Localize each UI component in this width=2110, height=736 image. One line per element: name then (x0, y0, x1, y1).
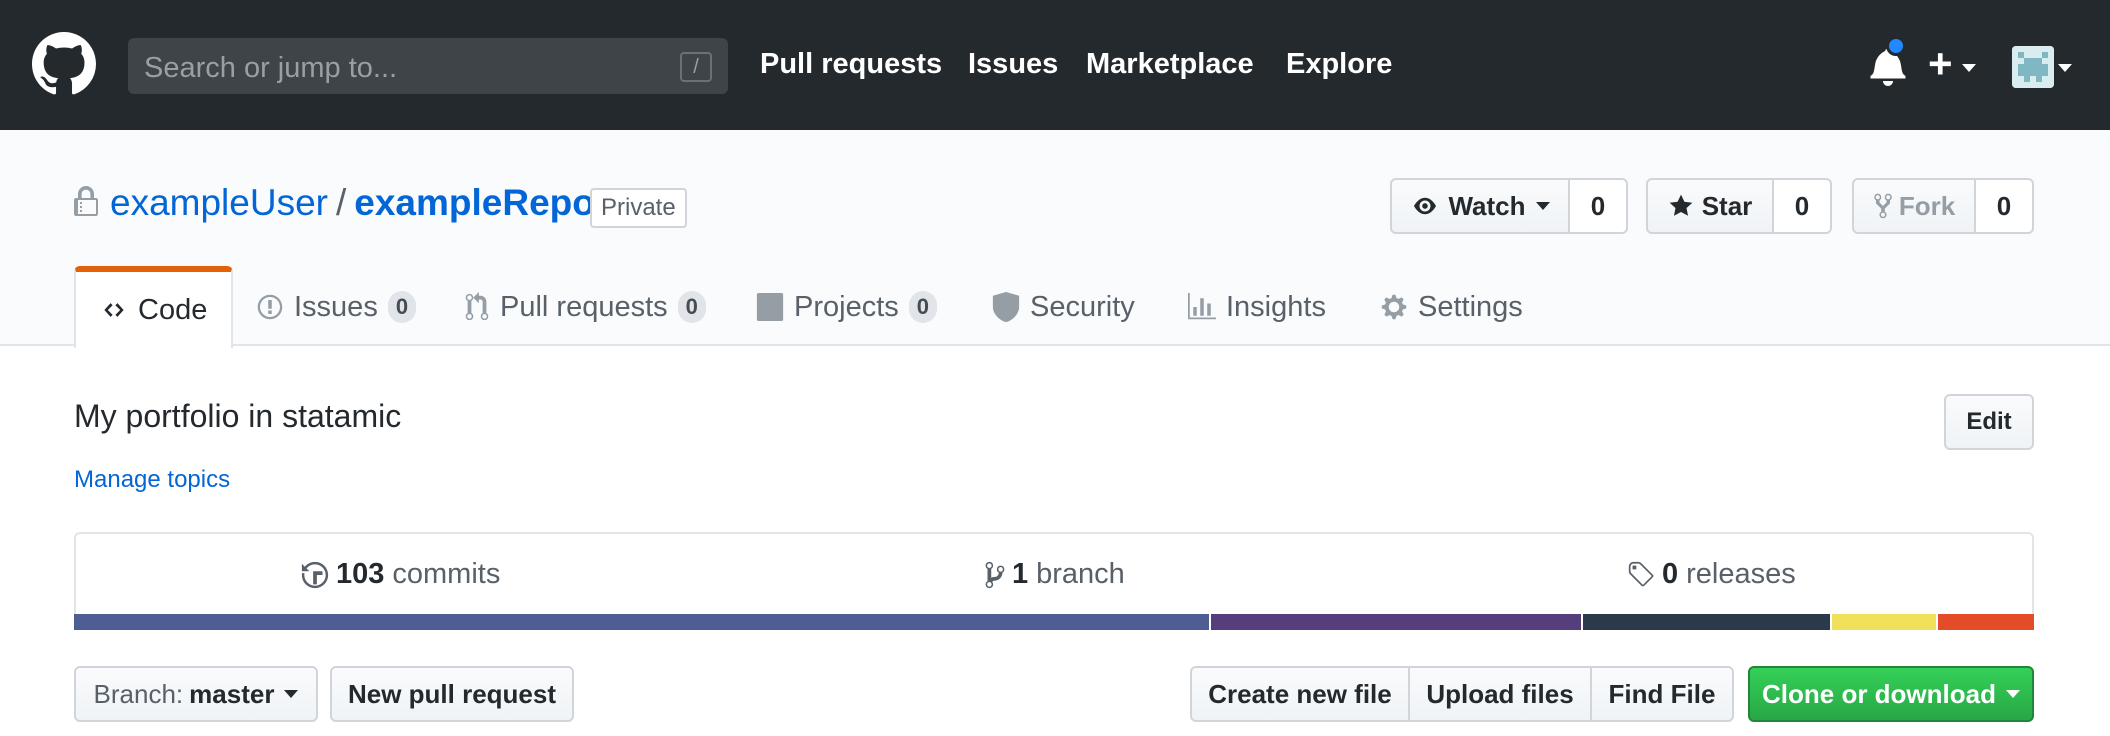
global-header: Search or jump to... / Pull requests Iss… (0, 0, 2110, 130)
file-actions-group: Create new file Upload files Find File (1190, 666, 1734, 722)
eye-icon (1414, 197, 1437, 215)
upload-files-button[interactable]: Upload files (1408, 666, 1592, 722)
commits-count: 103 (336, 558, 385, 590)
repo-name-link[interactable]: exampleRepo (354, 182, 595, 223)
watch-count[interactable]: 0 (1570, 178, 1628, 234)
tab-issues-label: Issues (294, 290, 378, 323)
search-input[interactable]: Search or jump to... / (128, 38, 728, 94)
branches-count: 1 (1012, 558, 1029, 590)
avatar-chevron-down-icon[interactable] (2058, 64, 2072, 72)
repo-owner-link[interactable]: exampleUser (110, 182, 328, 223)
clone-chevron-down-icon (2006, 690, 2020, 698)
lock-icon (74, 186, 98, 216)
avatar[interactable] (2012, 46, 2054, 88)
tab-projects[interactable]: Projects 0 (756, 266, 938, 348)
fork-group: Fork 0 (1852, 178, 2034, 234)
tab-settings[interactable]: Settings (1380, 266, 1523, 348)
language-bar[interactable] (74, 614, 2034, 630)
language-segment[interactable] (1832, 614, 1938, 630)
releases-summary[interactable]: 0 releases (1626, 558, 1796, 591)
watch-label: Watch (1448, 190, 1526, 221)
find-file-button[interactable]: Find File (1590, 666, 1734, 722)
nav-issues[interactable]: Issues (968, 48, 1058, 81)
star-icon (1669, 194, 1693, 216)
clone-label: Clone or download (1762, 678, 1996, 709)
watch-chevron-down-icon (1535, 202, 1550, 210)
tab-settings-label: Settings (1418, 290, 1523, 323)
language-segment[interactable] (74, 614, 1211, 630)
notification-indicator (1886, 36, 1906, 56)
watch-button[interactable]: Watch (1390, 178, 1570, 234)
branch-name: master (189, 678, 275, 709)
branch-prefix: Branch: (93, 678, 184, 709)
tag-icon (1628, 561, 1654, 586)
manage-topics-link[interactable]: Manage topics (74, 466, 230, 494)
repo-description: My portfolio in statamic (74, 398, 402, 434)
new-pull-request-button[interactable]: New pull request (330, 666, 574, 722)
tab-issues[interactable]: Issues 0 (256, 266, 417, 348)
edit-description-button[interactable]: Edit (1944, 394, 2034, 450)
language-segment[interactable] (1210, 614, 1584, 630)
tab-code-label: Code (138, 293, 208, 326)
shield-icon (992, 292, 1020, 322)
nav-marketplace[interactable]: Marketplace (1086, 48, 1254, 81)
releases-count: 0 (1662, 558, 1679, 590)
tab-security[interactable]: Security (992, 266, 1135, 348)
fork-icon (1874, 193, 1892, 219)
graph-icon (1188, 293, 1216, 320)
gear-icon (1381, 294, 1407, 320)
branches-label: branch (1036, 558, 1125, 590)
project-icon (756, 293, 784, 321)
star-count[interactable]: 0 (1774, 178, 1832, 234)
history-icon (301, 561, 329, 588)
commits-label: commits (392, 558, 501, 590)
tab-security-label: Security (1030, 290, 1135, 323)
commits-summary[interactable]: 103 commits (300, 558, 500, 591)
tab-pull-requests-label: Pull requests (500, 290, 668, 323)
github-logo-icon[interactable] (32, 32, 96, 96)
tab-insights[interactable]: Insights (1188, 266, 1326, 348)
star-group: Star 0 (1646, 178, 1832, 234)
fork-button[interactable]: Fork (1852, 178, 1976, 234)
tab-projects-label: Projects (794, 290, 899, 323)
tab-projects-counter: 0 (908, 291, 938, 323)
branch-icon (985, 561, 1005, 588)
tab-pull-requests[interactable]: Pull requests 0 (464, 266, 706, 348)
star-button[interactable]: Star (1646, 178, 1774, 234)
search-placeholder: Search or jump to... (144, 52, 398, 84)
repo-path-separator: / (335, 182, 347, 223)
releases-label: releases (1686, 558, 1796, 590)
clone-or-download-button[interactable]: Clone or download (1748, 666, 2034, 722)
language-segment[interactable] (1583, 614, 1833, 630)
repo-title: exampleUser / exampleRepo (110, 182, 595, 224)
nav-pull-requests[interactable]: Pull requests (760, 48, 942, 81)
slash-shortcut-badge: / (680, 52, 712, 82)
tab-insights-label: Insights (1226, 290, 1326, 323)
create-new-file-button[interactable]: Create new file (1190, 666, 1410, 722)
tab-code[interactable]: Code (74, 266, 234, 348)
code-icon (104, 303, 124, 317)
issue-icon (257, 294, 283, 320)
tab-issues-counter: 0 (387, 291, 417, 323)
nav-explore[interactable]: Explore (1286, 48, 1392, 81)
tab-pull-requests-counter: 0 (677, 291, 706, 323)
fork-label: Fork (1898, 190, 1956, 221)
branch-select-button[interactable]: Branch: master (74, 666, 318, 722)
language-segment[interactable] (1937, 614, 2034, 630)
plus-icon[interactable]: + (1928, 40, 1953, 88)
branches-summary[interactable]: 1 branch (984, 558, 1125, 591)
visibility-badge: Private (590, 188, 687, 228)
fork-count[interactable]: 0 (1976, 178, 2034, 234)
pull-request-icon (465, 292, 489, 321)
repo-header: exampleUser / exampleRepo Private Watch 0 … (0, 130, 2110, 348)
watch-group: Watch 0 (1390, 178, 1628, 234)
chevron-down-icon[interactable] (1962, 64, 1976, 72)
star-label: Star (1701, 190, 1753, 221)
branch-chevron-down-icon (284, 690, 299, 698)
